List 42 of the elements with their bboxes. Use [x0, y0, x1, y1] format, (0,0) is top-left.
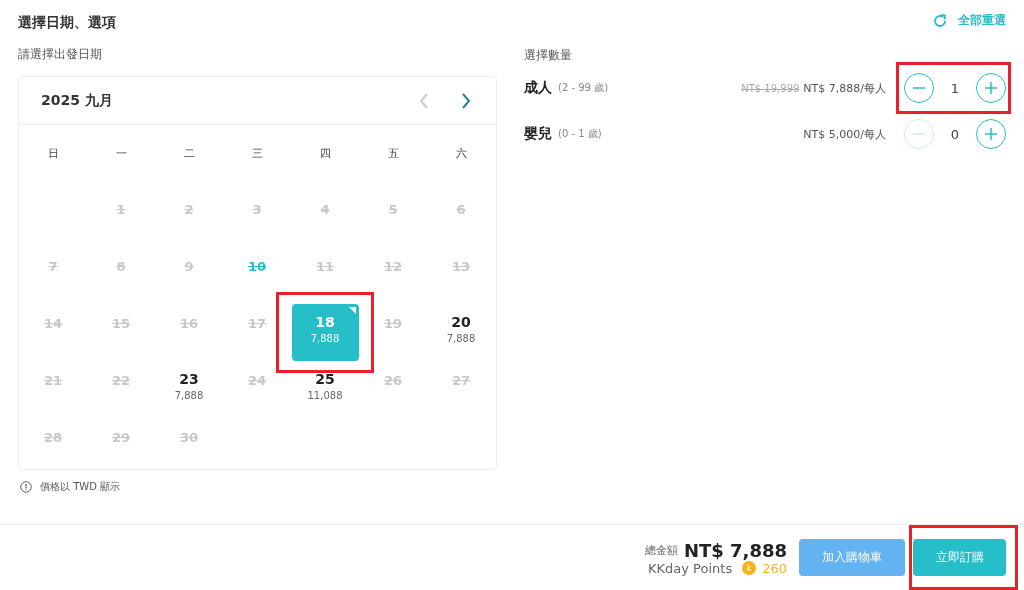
original-price: NT$ 19,999: [741, 82, 800, 94]
date-cell[interactable]: 18 7,888: [291, 304, 359, 361]
unit-price: NT$ 5,000/每人: [803, 126, 886, 142]
total-label: 總金額: [644, 542, 678, 558]
weekday-label: 三: [250, 146, 264, 161]
points-value: 260: [762, 560, 787, 576]
add-to-cart-button[interactable]: 加入購物車: [799, 539, 905, 576]
coin-icon: k: [742, 561, 757, 575]
weekday-label: 四: [318, 146, 332, 161]
date-cell: 10: [247, 259, 267, 274]
date-cell[interactable]: 23 7,888: [155, 361, 223, 418]
weekday-label: 一: [114, 146, 128, 161]
total-price: NT$ 7,888: [683, 539, 787, 561]
currency-note: 價格以 TWD 顯示: [40, 480, 121, 494]
book-now-button[interactable]: 立即訂購: [913, 539, 1006, 576]
unit-price: NT$ 7,888/每人: [803, 80, 886, 96]
age-range: (2 - 99 歲): [558, 81, 609, 95]
weekday-label: 五: [386, 146, 400, 161]
quantity-value: 0: [950, 126, 960, 142]
decrease-button[interactable]: [904, 73, 934, 103]
weekday-label: 六: [454, 146, 468, 161]
increase-button[interactable]: [976, 73, 1006, 103]
next-month-icon[interactable]: [460, 91, 472, 110]
weekday-label: 日: [46, 146, 60, 161]
ticket-name: 嬰兒: [524, 125, 552, 143]
age-range: (0 - 1 歲): [558, 127, 602, 141]
quantity-label: 選擇數量: [524, 47, 573, 64]
info-icon: [20, 481, 32, 493]
section-title: 選擇日期、選項: [18, 14, 117, 32]
ticket-name: 成人: [524, 79, 552, 97]
quantity-value: 1: [950, 80, 960, 96]
increase-button[interactable]: [976, 119, 1006, 149]
reset-button[interactable]: 全部重選: [932, 10, 1006, 31]
weekday-label: 二: [182, 146, 196, 161]
month-label: 2025 九月: [41, 91, 114, 110]
points-label: KKday Points: [648, 560, 733, 576]
refresh-icon: [932, 12, 948, 29]
date-cell[interactable]: 25 11,088: [291, 361, 359, 418]
date-cell[interactable]: 20 7,888: [427, 304, 495, 361]
date-label: 請選擇出發日期: [18, 46, 103, 63]
plus-icon: [984, 81, 998, 95]
plus-icon: [984, 127, 998, 141]
